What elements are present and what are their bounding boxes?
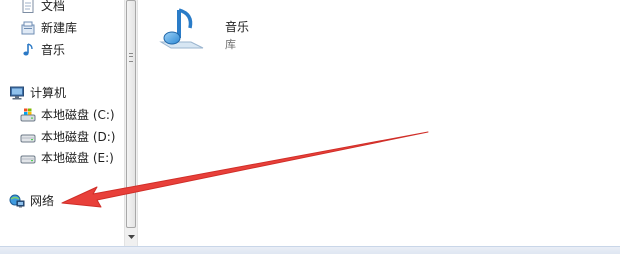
navigation-pane: 文档 新建库 音乐 计算机 本地磁盘 (C:) 本地磁盘 (D:) 本地磁盘 (… bbox=[0, 0, 124, 246]
computer-icon bbox=[10, 86, 24, 100]
nav-item-label: 本地磁盘 (E:) bbox=[41, 151, 114, 165]
network-icon bbox=[9, 194, 25, 208]
music-library-icon bbox=[159, 8, 204, 49]
nav-pane-scrollbar[interactable] bbox=[124, 0, 138, 246]
scrollbar-grip bbox=[129, 53, 133, 62]
nav-item-label: 新建库 bbox=[41, 21, 78, 35]
nav-item-drive-c[interactable]: 本地磁盘 (C:) bbox=[20, 105, 115, 125]
music-library-item[interactable]: 音乐 库 bbox=[157, 6, 277, 58]
nav-item-documents[interactable]: 文档 bbox=[20, 0, 65, 16]
nav-item-label: 计算机 bbox=[30, 86, 67, 100]
nav-item-drive-d[interactable]: 本地磁盘 (D:) bbox=[20, 127, 115, 147]
nav-item-network[interactable]: 网络 bbox=[9, 191, 54, 211]
content-pane: 音乐 库 bbox=[139, 0, 620, 246]
item-name: 音乐 bbox=[225, 20, 250, 34]
nav-item-computer[interactable]: 计算机 bbox=[9, 83, 66, 103]
details-bar bbox=[0, 246, 620, 254]
nav-item-drive-e[interactable]: 本地磁盘 (E:) bbox=[20, 148, 114, 168]
nav-item-label: 本地磁盘 (D:) bbox=[41, 130, 116, 144]
nav-item-label: 网络 bbox=[30, 194, 55, 208]
item-type: 库 bbox=[225, 38, 236, 51]
system-drive-icon bbox=[20, 108, 36, 122]
scroll-down-button[interactable] bbox=[125, 230, 137, 244]
nav-item-new-library[interactable]: 新建库 bbox=[20, 18, 77, 38]
hard-drive-icon bbox=[20, 134, 36, 143]
new-library-icon bbox=[21, 21, 35, 35]
nav-item-label: 音乐 bbox=[41, 43, 66, 57]
nav-item-music[interactable]: 音乐 bbox=[20, 40, 65, 60]
scrollbar-thumb[interactable] bbox=[126, 0, 136, 228]
chevron-down-icon bbox=[127, 235, 135, 239]
nav-item-label: 本地磁盘 (C:) bbox=[41, 108, 115, 122]
nav-item-label: 文档 bbox=[41, 0, 66, 13]
documents-icon bbox=[22, 0, 34, 13]
music-icon bbox=[23, 43, 33, 56]
hard-drive-icon bbox=[20, 155, 36, 164]
